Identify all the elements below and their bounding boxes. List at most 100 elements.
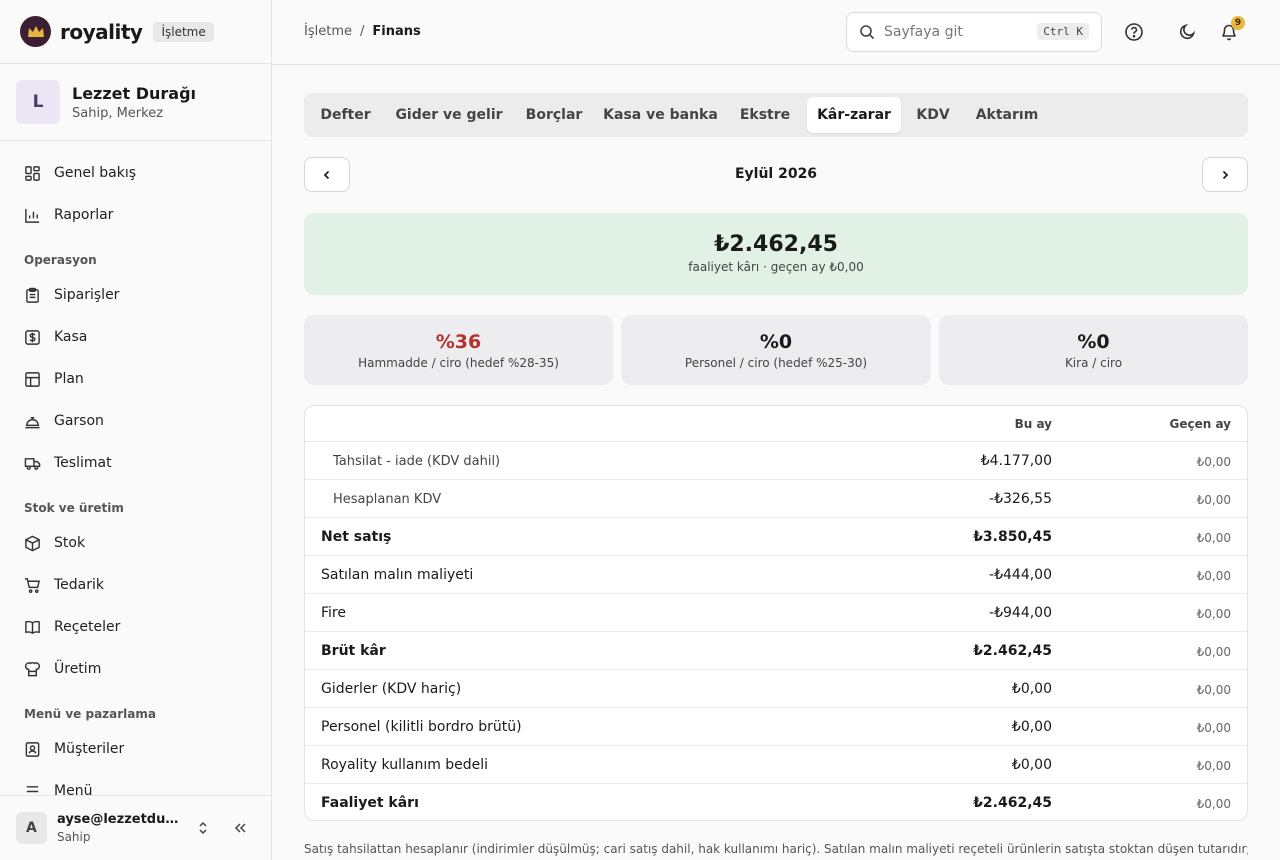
sidebar-item-label: Kasa	[54, 329, 88, 345]
business-name: Lezzet Durağı	[72, 83, 197, 103]
bar-chart-icon	[24, 207, 41, 224]
help-icon[interactable]	[1122, 20, 1146, 44]
book-icon	[24, 619, 41, 636]
sidebar-item-garson[interactable]: Garson	[0, 403, 271, 439]
table-row: Personel (kilitli bordro brütü) ₺0,00 ₺0,0…	[305, 708, 1247, 746]
row-current-value: ₺0,00	[1011, 757, 1052, 773]
sidebar-item-raporlar[interactable]: Raporlar	[0, 197, 271, 233]
kpi-card-raw-material: %36 Hammadde / ciro (hedef %28-35)	[304, 315, 613, 385]
grid-icon	[24, 165, 41, 182]
tab-kar-zarar[interactable]: Kâr-zarar	[807, 97, 901, 133]
row-label: Royality kullanım bedeli	[321, 757, 489, 773]
row-label: Tahsilat - iade (KDV dahil)	[333, 454, 501, 469]
row-previous-value: ₺0,00	[1196, 455, 1231, 469]
sidebar-item-label: Siparişler	[54, 287, 120, 303]
truck-icon	[24, 455, 41, 472]
previous-period-button[interactable]	[304, 157, 350, 192]
sidebar-item-label: Stok	[54, 535, 86, 551]
kpi-value: %0	[1077, 331, 1110, 353]
business-switcher[interactable]: L Lezzet Durağı Sahip, Merkez	[0, 64, 271, 141]
sidebar-item-label: Raporlar	[54, 207, 114, 223]
breadcrumb-item[interactable]: İşletme	[304, 24, 352, 39]
sidebar-item-label: Tedarik	[54, 577, 105, 593]
operating-profit-value: ₺2.462,45	[714, 232, 838, 257]
chevrons-up-down-icon[interactable]	[189, 813, 218, 843]
user-menu[interactable]: A ayse@lezzetduragi.com Sahip	[0, 795, 271, 860]
brand-header: royality İşletme	[0, 0, 271, 64]
tab-gider-ve-gelir[interactable]: Gider ve gelir	[387, 97, 511, 133]
table-row: Satılan malın maliyeti -₺444,00 ₺0,00	[305, 556, 1247, 594]
sidebar-item-teslimat[interactable]: Teslimat	[0, 445, 271, 481]
table-row: Fire -₺944,00 ₺0,00	[305, 594, 1247, 632]
chevron-right-icon	[1219, 169, 1231, 181]
sidebar-item-stok[interactable]: Stok	[0, 525, 271, 561]
collapse-sidebar-icon[interactable]	[226, 813, 255, 843]
royality-logo[interactable]	[20, 16, 51, 47]
operating-profit-caption: faaliyet kârı · geçen ay ₺0,00	[688, 260, 864, 274]
layout-icon	[24, 371, 41, 388]
row-label: Faaliyet kârı	[321, 795, 419, 811]
row-previous-value: ₺0,00	[1196, 531, 1231, 545]
sidebar: royality İşletme L Lezzet Durağı Sahip, …	[0, 0, 272, 860]
column-header-previous: Geçen ay	[1169, 417, 1231, 431]
tab-kdv[interactable]: KDV	[906, 97, 960, 133]
next-period-button[interactable]	[1202, 157, 1248, 192]
row-current-value: ₺3.850,45	[973, 529, 1052, 545]
sidebar-item-label: Üretim	[54, 661, 102, 677]
bell-icon[interactable]: 9	[1217, 16, 1245, 44]
table-row: Faaliyet kârı ₺2.462,45 ₺0,00	[305, 784, 1247, 820]
row-previous-value: ₺0,00	[1196, 683, 1231, 697]
table-header: Bu ay Geçen ay	[305, 406, 1247, 442]
nav-section-title: Menü ve pazarlama	[24, 707, 156, 721]
sidebar-item-siparisler[interactable]: Siparişler	[0, 277, 271, 313]
sidebar-item-receteler[interactable]: Reçeteler	[0, 609, 271, 645]
sidebar-item-label: Menü	[54, 783, 93, 795]
kpi-label: Hammadde / ciro (hedef %28-35)	[358, 356, 559, 370]
tab-borclar[interactable]: Borçlar	[515, 97, 593, 133]
row-current-value: ₺0,00	[1011, 681, 1052, 697]
sidebar-item-label: Plan	[54, 371, 84, 387]
sidebar-item-genel-bakis[interactable]: Genel bakış	[0, 155, 271, 191]
moon-icon[interactable]	[1175, 20, 1199, 44]
row-previous-value: ₺0,00	[1196, 721, 1231, 735]
sidebar-item-menu[interactable]: Menü	[0, 773, 271, 795]
profit-loss-table: Bu ay Geçen ay Tahsilat - iade (KDV dahi…	[304, 405, 1248, 821]
kpi-card-staff: %0 Personel / ciro (hedef %25-30)	[621, 315, 931, 385]
sidebar-item-uretim[interactable]: Üretim	[0, 651, 271, 687]
cart-icon	[24, 577, 41, 594]
row-label: Fire	[321, 605, 346, 621]
table-footnote: Satış tahsilattan hesaplanır (indirimler…	[304, 842, 1248, 856]
period-title: Eylül 2026	[734, 166, 818, 182]
row-previous-value: ₺0,00	[1196, 493, 1231, 507]
sidebar-item-kasa[interactable]: Kasa	[0, 319, 271, 355]
row-previous-value: ₺0,00	[1196, 569, 1231, 583]
nav-section-title: Operasyon	[24, 253, 97, 267]
tab-ekstre[interactable]: Ekstre	[728, 97, 802, 133]
user-role: Sahip	[56, 830, 91, 844]
row-current-value: ₺0,00	[1011, 719, 1052, 735]
row-current-value: -₺326,55	[989, 491, 1052, 507]
breadcrumb: İşletme / Finans	[304, 24, 421, 39]
row-previous-value: ₺0,00	[1196, 645, 1231, 659]
kpi-label: Kira / ciro	[1064, 356, 1123, 370]
nav-section-title: Stok ve üretim	[24, 501, 124, 515]
sidebar-item-musteriler[interactable]: Müşteriler	[0, 731, 271, 767]
row-label: Net satış	[321, 529, 392, 545]
menu-icon	[24, 783, 41, 796]
package-icon	[24, 535, 41, 552]
sidebar-item-plan[interactable]: Plan	[0, 361, 271, 397]
business-role: Sahip, Merkez	[72, 105, 164, 121]
row-label: Satılan malın maliyeti	[321, 567, 474, 583]
page-search[interactable]: Sayfaya git Ctrl K	[846, 12, 1102, 52]
tab-aktarim[interactable]: Aktarım	[966, 97, 1048, 133]
tab-kasa-ve-banka[interactable]: Kasa ve banka	[597, 97, 724, 133]
topbar: İşletme / Finans Sayfaya git Ctrl K 9	[272, 0, 1280, 65]
sidebar-item-label: Reçeteler	[54, 619, 121, 635]
sidebar-item-tedarik[interactable]: Tedarik	[0, 567, 271, 603]
search-icon	[859, 24, 875, 40]
row-current-value: -₺944,00	[989, 605, 1052, 621]
clipboard-icon	[24, 287, 41, 304]
tab-defter[interactable]: Defter	[308, 97, 383, 133]
table-row: Hesaplanan KDV -₺326,55 ₺0,00	[305, 480, 1247, 518]
row-label: Hesaplanan KDV	[333, 492, 442, 507]
